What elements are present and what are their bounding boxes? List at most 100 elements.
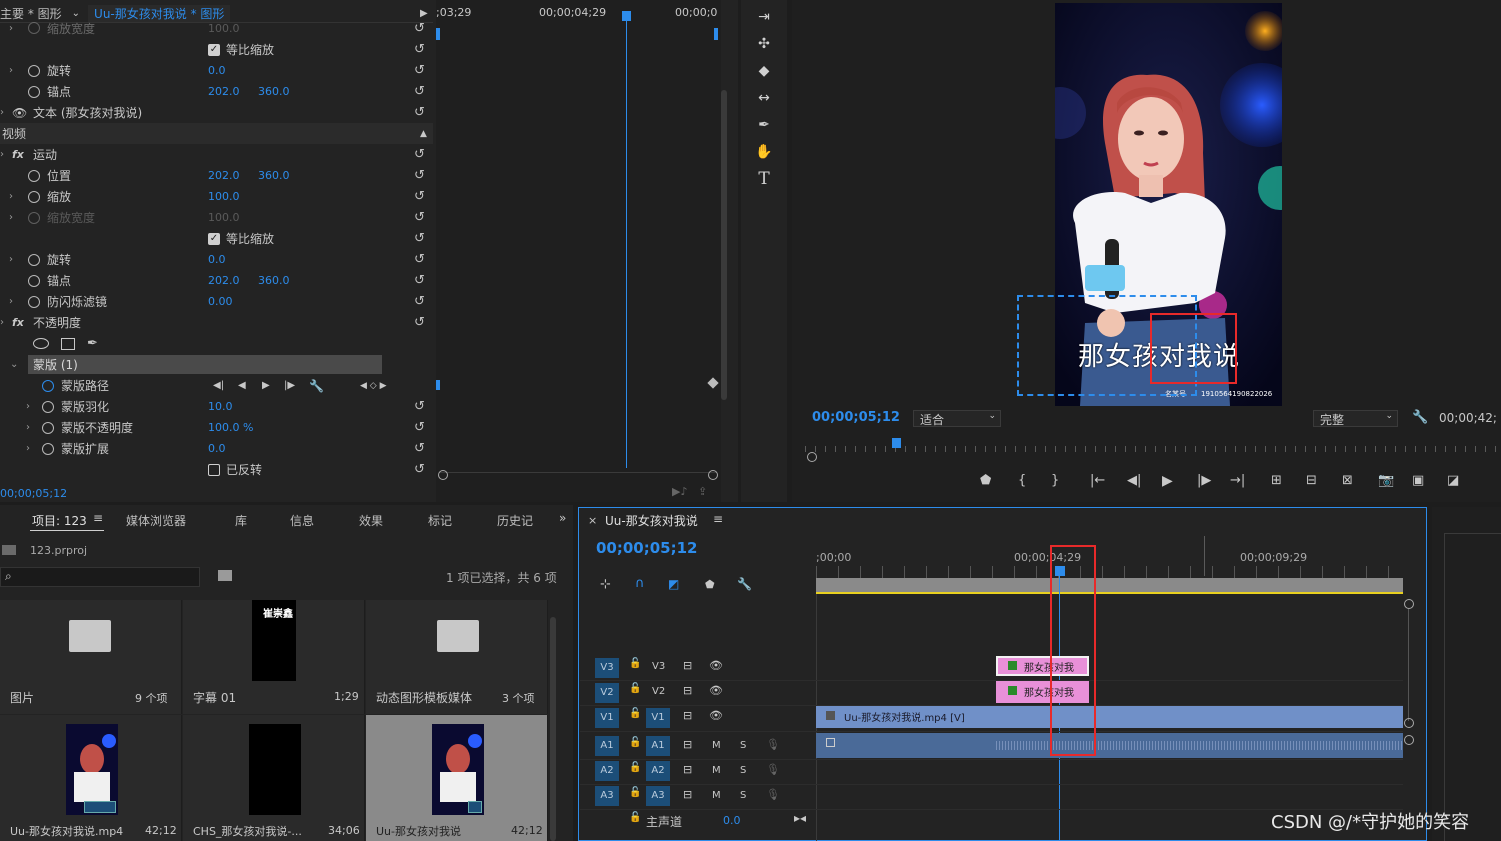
stopwatch-icon[interactable]	[28, 22, 40, 34]
panel-menu-icon[interactable]: ≡	[713, 512, 723, 526]
wrench-icon[interactable]: 🔧	[309, 379, 324, 393]
stopwatch-icon[interactable]	[28, 190, 40, 203]
reset-icon[interactable]: ↺	[414, 147, 425, 162]
reset-icon[interactable]: ↺	[414, 21, 425, 35]
breadcrumb-master[interactable]: 主要 * 图形	[0, 5, 62, 22]
mask-row[interactable]: ⌄ 蒙版 (1)	[0, 354, 433, 375]
lock-icon[interactable]: 🔓	[629, 658, 641, 669]
stopwatch-icon[interactable]	[42, 421, 54, 434]
breadcrumb-clip[interactable]: Uu-那女孩对我说 * 图形	[88, 4, 231, 22]
slip-tool-icon[interactable]: ↔	[755, 89, 773, 107]
mute-button[interactable]: M	[712, 765, 721, 776]
microphone-icon[interactable]: 🎙	[766, 738, 780, 751]
fit-dropdown[interactable]: 适合 ⌄	[913, 410, 1001, 427]
add-marker-icon[interactable]: ⬟	[980, 473, 991, 488]
track-target-a3[interactable]: A3	[646, 786, 670, 806]
scroll-handle[interactable]	[1404, 735, 1414, 745]
ripple-edit-tool-icon[interactable]: ✣	[755, 35, 773, 53]
eye-icon[interactable]: 👁	[709, 684, 723, 697]
program-timecode[interactable]: 00;00;05;12	[812, 410, 900, 425]
play-icon[interactable]: ▶	[1162, 473, 1173, 489]
new-bin-icon[interactable]	[218, 570, 232, 581]
snap-icon[interactable]: ∩	[635, 576, 645, 591]
linked-selection-icon[interactable]: ◩	[668, 577, 679, 591]
mark-in-icon[interactable]: {	[1018, 473, 1026, 488]
reset-icon[interactable]: ↺	[414, 84, 425, 99]
lock-icon[interactable]: 🔓	[629, 708, 641, 719]
reset-icon[interactable]: ↺	[414, 315, 425, 330]
stopwatch-icon[interactable]	[42, 442, 54, 455]
mark-out-icon[interactable]: }	[1051, 473, 1059, 488]
expand-arrow-icon[interactable]: ▶	[420, 8, 428, 19]
reset-icon[interactable]: ↺	[414, 42, 425, 57]
reset-icon[interactable]: ↺	[414, 399, 425, 414]
stopwatch-icon[interactable]	[28, 85, 40, 98]
eye-icon[interactable]: 👁	[12, 106, 27, 120]
scroll-handle-right[interactable]	[708, 470, 718, 480]
type-tool-icon[interactable]: T	[755, 170, 773, 188]
track-forward-one-icon[interactable]: |▶	[284, 380, 295, 391]
reset-icon[interactable]: ↺	[414, 294, 425, 309]
fx-icon[interactable]: fx	[12, 316, 24, 329]
tab-media-browser[interactable]: 媒体浏览器	[126, 512, 186, 529]
tab-project[interactable]: 项目: 123	[32, 512, 87, 529]
solo-button[interactable]: S	[740, 740, 746, 751]
rectangle-mask-icon[interactable]	[61, 337, 75, 350]
track-select-tool-icon[interactable]: ⇥	[755, 8, 773, 26]
sequence-tab[interactable]: Uu-那女孩对我说	[605, 512, 698, 529]
lock-icon[interactable]: 🔓	[629, 762, 641, 773]
go-to-in-icon[interactable]: |←	[1090, 473, 1105, 488]
pen-mask-icon[interactable]: ✒	[87, 336, 98, 351]
ellipse-mask-icon[interactable]	[33, 338, 49, 349]
clip-v1-video[interactable]: Uu-那女孩对我说.mp4 [V]	[816, 706, 1403, 728]
project-item-bin[interactable]: 动态图形模板媒体 3 个项	[366, 600, 548, 714]
razor-tool-icon[interactable]: ◆	[755, 62, 773, 80]
lock-icon[interactable]: 🔓	[629, 787, 641, 798]
zoom-handle[interactable]	[807, 452, 817, 462]
stopwatch-icon[interactable]	[28, 64, 40, 77]
text-layer-row[interactable]: › 👁 文本 (那女孩对我说) ↺	[0, 102, 433, 123]
master-volume[interactable]: 0.0	[723, 814, 741, 827]
quality-dropdown[interactable]: 完整 ⌄	[1313, 410, 1398, 427]
checkbox[interactable]: ✓	[208, 232, 220, 245]
panel-menu-icon[interactable]: ≡	[93, 511, 103, 525]
step-back-icon[interactable]: ◀|	[1127, 473, 1141, 488]
lock-icon[interactable]: 🔓	[629, 683, 641, 694]
stopwatch-icon[interactable]	[28, 169, 40, 182]
reset-icon[interactable]: ↺	[414, 441, 425, 456]
lift-icon[interactable]: ⊞	[1271, 473, 1282, 488]
scroll-handle[interactable]	[1404, 599, 1414, 609]
reset-icon[interactable]: ↺	[414, 168, 425, 183]
step-forward-icon[interactable]: |▶	[1197, 473, 1211, 488]
keyframe-nav-icon[interactable]: ◀ ◇ ▶	[360, 381, 387, 391]
reset-icon[interactable]: ↺	[414, 273, 425, 288]
vertical-scrollbar[interactable]	[721, 90, 727, 400]
program-ruler[interactable]	[805, 438, 1501, 454]
source-patch-a3[interactable]: A3	[595, 786, 619, 806]
reset-icon[interactable]: ↺	[414, 462, 425, 477]
export-icon[interactable]: ⇪	[698, 485, 707, 498]
checkbox[interactable]: ✓	[208, 43, 220, 56]
sync-lock-icon[interactable]: ⊟	[683, 788, 692, 801]
track-backward-icon[interactable]: ◀	[238, 380, 246, 391]
multicam-icon[interactable]: ▣	[1412, 473, 1424, 488]
hand-tool-icon[interactable]: ✋	[755, 143, 773, 161]
work-area-bar[interactable]	[816, 578, 1403, 592]
comparison-view-icon[interactable]: ⊠	[1342, 473, 1353, 488]
timeline-ruler[interactable]	[816, 566, 1400, 578]
reset-icon[interactable]: ↺	[414, 231, 425, 246]
scroll-handle-left[interactable]	[438, 470, 448, 480]
reset-icon[interactable]: ↺	[414, 105, 425, 120]
track-target-a1[interactable]: A1	[646, 736, 670, 756]
project-item-bin[interactable]: 图片 9 个项	[0, 600, 182, 714]
stopwatch-icon[interactable]	[42, 379, 54, 392]
solo-button[interactable]: S	[740, 765, 746, 776]
nest-icon[interactable]: ⊹	[600, 577, 611, 592]
clip-a1-audio[interactable]	[816, 733, 1403, 758]
jump-to-edit-icon[interactable]: ▸◂	[794, 811, 806, 825]
project-item-title[interactable]: 崔崇鑫 字幕 01 1;29	[183, 600, 365, 714]
source-patch-v1[interactable]: V1	[595, 708, 619, 728]
eye-icon[interactable]: 👁	[709, 659, 723, 672]
sync-lock-icon[interactable]: ⊟	[683, 738, 692, 751]
sync-lock-icon[interactable]: ⊟	[683, 684, 692, 697]
